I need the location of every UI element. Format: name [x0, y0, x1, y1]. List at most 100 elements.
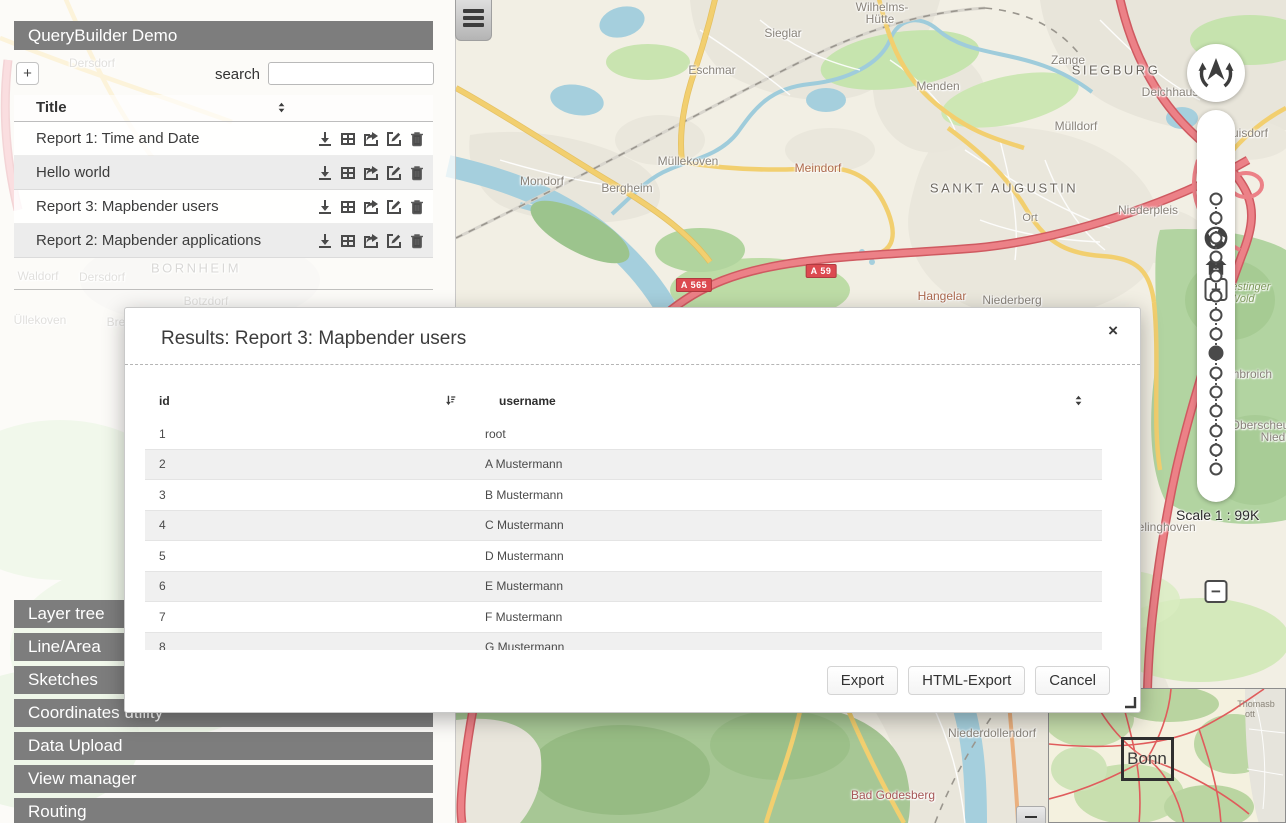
zoom-slider-handle[interactable] [1209, 346, 1224, 361]
report-actions [317, 233, 425, 249]
column-header-username[interactable]: username [499, 394, 556, 408]
overview-city-label: Bonn [1127, 749, 1167, 769]
reports-table-header[interactable]: Title [14, 95, 433, 122]
motorway-badge: A 59 [806, 264, 837, 278]
cell-username: B Mustermann [485, 488, 1102, 502]
result-row: 2 A Mustermann [145, 450, 1102, 481]
zoom-step-dot[interactable] [1210, 308, 1223, 321]
report-row[interactable]: Hello world [14, 156, 433, 190]
cell-id: 4 [145, 518, 485, 532]
sort-amount-asc-icon[interactable] [445, 394, 456, 412]
report-actions [317, 131, 425, 147]
scale-display: Scale 1 : 99K [1176, 507, 1259, 523]
zoom-out-button[interactable]: − [1205, 580, 1228, 603]
download-icon[interactable] [317, 131, 333, 147]
edit-icon[interactable] [386, 131, 402, 147]
zoom-step-dot[interactable] [1210, 424, 1223, 437]
zoom-step-dot[interactable] [1210, 328, 1223, 341]
resize-grip-icon [1123, 695, 1137, 709]
cell-username: A Mustermann [485, 457, 1102, 471]
report-title: Report 1: Time and Date [36, 130, 317, 147]
dialog-resize-grip[interactable] [1123, 695, 1137, 709]
zoom-step-dot[interactable] [1210, 250, 1223, 263]
download-icon[interactable] [317, 165, 333, 181]
report-row[interactable]: Report 2: Mapbender applications [14, 224, 433, 258]
search-label: search [160, 66, 260, 83]
report-row[interactable]: Report 1: Time and Date [14, 122, 433, 156]
trash-icon[interactable] [409, 165, 425, 181]
share-icon[interactable] [363, 199, 379, 215]
zoom-step-dot[interactable] [1210, 193, 1223, 206]
cell-username: E Mustermann [485, 579, 1102, 593]
cell-id: 6 [145, 579, 485, 593]
dialog-footer: Export HTML-Export Cancel [827, 666, 1110, 695]
cell-username: G Mustermann [485, 640, 1102, 650]
accordion-header[interactable]: Data Upload [14, 732, 433, 760]
zoom-step-dot[interactable] [1210, 289, 1223, 302]
trash-icon[interactable] [409, 199, 425, 215]
zoom-step-dot[interactable] [1210, 463, 1223, 476]
zoom-step-dot[interactable] [1210, 212, 1223, 225]
zoom-step-dot[interactable] [1210, 270, 1223, 283]
cell-id: 1 [145, 427, 485, 441]
overview-collapse-button[interactable] [1016, 806, 1046, 823]
add-report-button[interactable]: + [16, 62, 39, 85]
result-row: 5 D Mustermann [145, 541, 1102, 572]
table-icon[interactable] [340, 233, 356, 249]
result-row: 7 F Mustermann [145, 602, 1102, 633]
overview-map-label: Thomasb [1237, 699, 1275, 709]
panel-bottom-border [14, 289, 433, 290]
cell-username: F Mustermann [485, 610, 1102, 624]
zoom-step-dot[interactable] [1210, 405, 1223, 418]
sidebar-toggle-button[interactable] [455, 0, 492, 41]
rotation-compass-control[interactable] [1187, 44, 1245, 102]
search-input[interactable] [268, 62, 434, 85]
share-icon[interactable] [363, 233, 379, 249]
edit-icon[interactable] [386, 233, 402, 249]
dialog-title: Results: Report 3: Mapbender users [161, 328, 466, 350]
report-row[interactable]: Report 3: Mapbender users [14, 190, 433, 224]
results-table-header: id username [145, 386, 1102, 419]
edit-icon[interactable] [386, 165, 402, 181]
sort-both-icon[interactable] [1073, 394, 1084, 412]
overview-map-label: ott [1245, 709, 1255, 719]
results-table-body: 1 root 2 A Mustermann 3 B Mustermann 4 C… [145, 419, 1102, 650]
cell-username: root [485, 427, 1102, 441]
accordion-header[interactable]: Routing [14, 798, 433, 823]
accordion-header[interactable]: View manager [14, 765, 433, 793]
zoom-step-dot[interactable] [1210, 386, 1223, 399]
mapbender-application: DersdorfWaldorfDersdorfBORNHEIMBotzdorfÜ… [0, 0, 1286, 823]
table-icon[interactable] [340, 199, 356, 215]
zoom-step-dot[interactable] [1210, 443, 1223, 456]
download-icon[interactable] [317, 233, 333, 249]
table-icon[interactable] [340, 165, 356, 181]
trash-icon[interactable] [409, 233, 425, 249]
download-icon[interactable] [317, 199, 333, 215]
edit-icon[interactable] [386, 199, 402, 215]
export-button[interactable]: Export [827, 666, 898, 695]
cell-username: D Mustermann [485, 549, 1102, 563]
cancel-button[interactable]: Cancel [1035, 666, 1110, 695]
report-title: Hello world [36, 164, 317, 181]
table-icon[interactable] [340, 131, 356, 147]
motorway-badge: A 565 [676, 278, 712, 292]
compass-icon [1187, 44, 1245, 102]
zoom-step-dot[interactable] [1210, 366, 1223, 379]
column-header-id[interactable]: id [159, 394, 170, 408]
trash-icon[interactable] [409, 131, 425, 147]
share-icon[interactable] [363, 131, 379, 147]
sort-both-icon[interactable] [276, 101, 287, 119]
dialog-close-button[interactable]: × [1108, 322, 1118, 339]
cell-id: 8 [145, 640, 485, 650]
title-column-header[interactable]: Title [36, 99, 67, 116]
cell-id: 5 [145, 549, 485, 563]
cell-id: 7 [145, 610, 485, 624]
results-dialog: Results: Report 3: Mapbender users × id … [124, 307, 1141, 713]
html-export-button[interactable]: HTML-Export [908, 666, 1025, 695]
dialog-divider [125, 364, 1140, 365]
report-actions [317, 199, 425, 215]
zoom-step-dot[interactable] [1210, 231, 1223, 244]
report-actions [317, 165, 425, 181]
result-row: 4 C Mustermann [145, 511, 1102, 542]
share-icon[interactable] [363, 165, 379, 181]
